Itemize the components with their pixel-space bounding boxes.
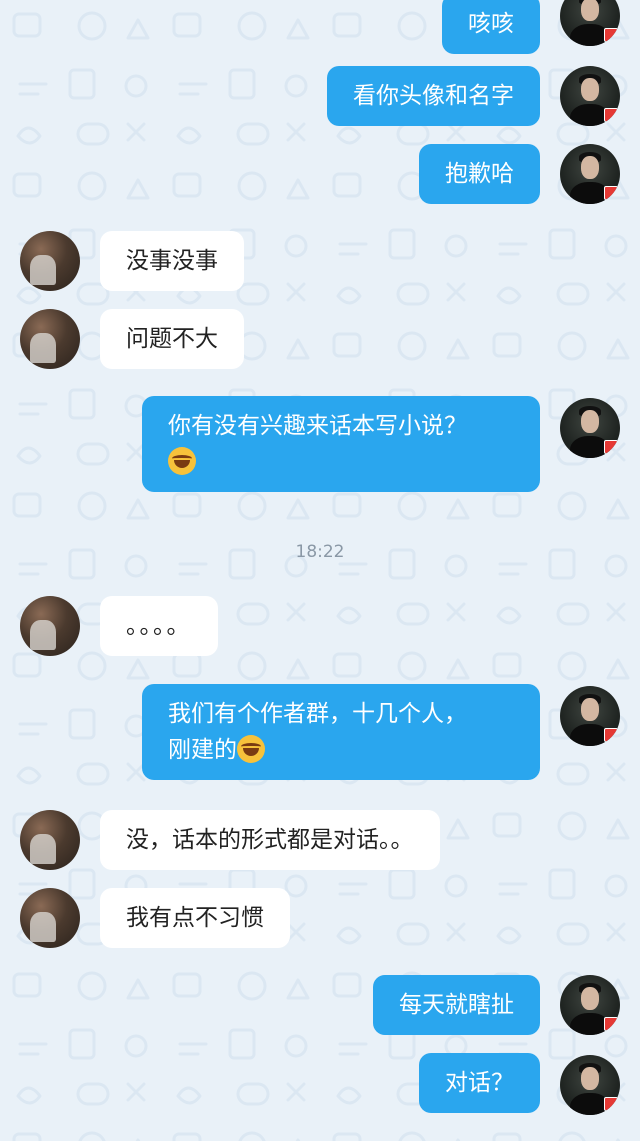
contact-avatar[interactable] — [20, 888, 80, 948]
message-bubble-incoming[interactable]: 。。。。 — [100, 596, 218, 656]
user-avatar[interactable] — [560, 975, 620, 1035]
user-avatar[interactable] — [560, 686, 620, 746]
message-bubble-outgoing[interactable]: 咳咳 — [442, 0, 540, 54]
message-text: 对话？ — [445, 1070, 514, 1096]
message-bubble-outgoing[interactable]: 抱歉哈 — [419, 144, 540, 204]
message-text: 咳咳 — [468, 11, 514, 37]
message-bubble-incoming[interactable]: 问题不大 — [100, 309, 244, 369]
message-bubble-outgoing[interactable]: 看你头像和名字 — [327, 66, 540, 126]
message-text: 你有没有兴趣来话本写小说？ — [168, 413, 467, 439]
user-avatar[interactable] — [560, 398, 620, 458]
user-avatar[interactable] — [560, 0, 620, 46]
message-bubble-incoming[interactable]: 没事没事 — [100, 231, 244, 291]
message-text: 没事没事 — [126, 248, 218, 274]
user-avatar[interactable] — [560, 1055, 620, 1115]
message-text: 。。。。 — [126, 613, 192, 639]
message-bubble-outgoing[interactable]: 对话？ — [419, 1053, 540, 1113]
laughing-tears-emoji-icon — [237, 734, 265, 763]
message-bubble-outgoing[interactable]: 我们有个作者群，十几个人， 刚建的 — [142, 684, 540, 780]
message-text: 我有点不习惯 — [126, 905, 264, 931]
message-bubble-outgoing[interactable]: 每天就瞎扯 — [373, 975, 540, 1035]
message-bubble-outgoing[interactable]: 你有没有兴趣来话本写小说？ — [142, 396, 540, 492]
contact-avatar[interactable] — [20, 810, 80, 870]
message-text: 看你头像和名字 — [353, 83, 514, 109]
contact-avatar[interactable] — [20, 596, 80, 656]
message-text: 每天就瞎扯 — [399, 992, 514, 1018]
message-timestamp: 18:22 — [295, 542, 345, 562]
message-text-line: 我们有个作者群，十几个人， — [168, 701, 467, 727]
laughing-tears-emoji-icon — [168, 446, 196, 475]
chat-background-pattern — [0, 0, 640, 1141]
contact-avatar[interactable] — [20, 231, 80, 291]
message-text: 没，话本的形式都是对话。。 — [126, 827, 414, 853]
user-avatar[interactable] — [560, 144, 620, 204]
message-bubble-incoming[interactable]: 没，话本的形式都是对话。。 — [100, 810, 440, 870]
message-bubble-incoming[interactable]: 我有点不习惯 — [100, 888, 290, 948]
message-text: 抱歉哈 — [445, 161, 514, 187]
contact-avatar[interactable] — [20, 309, 80, 369]
message-text-line: 刚建的 — [168, 737, 237, 763]
message-text: 问题不大 — [126, 326, 218, 352]
user-avatar[interactable] — [560, 66, 620, 126]
